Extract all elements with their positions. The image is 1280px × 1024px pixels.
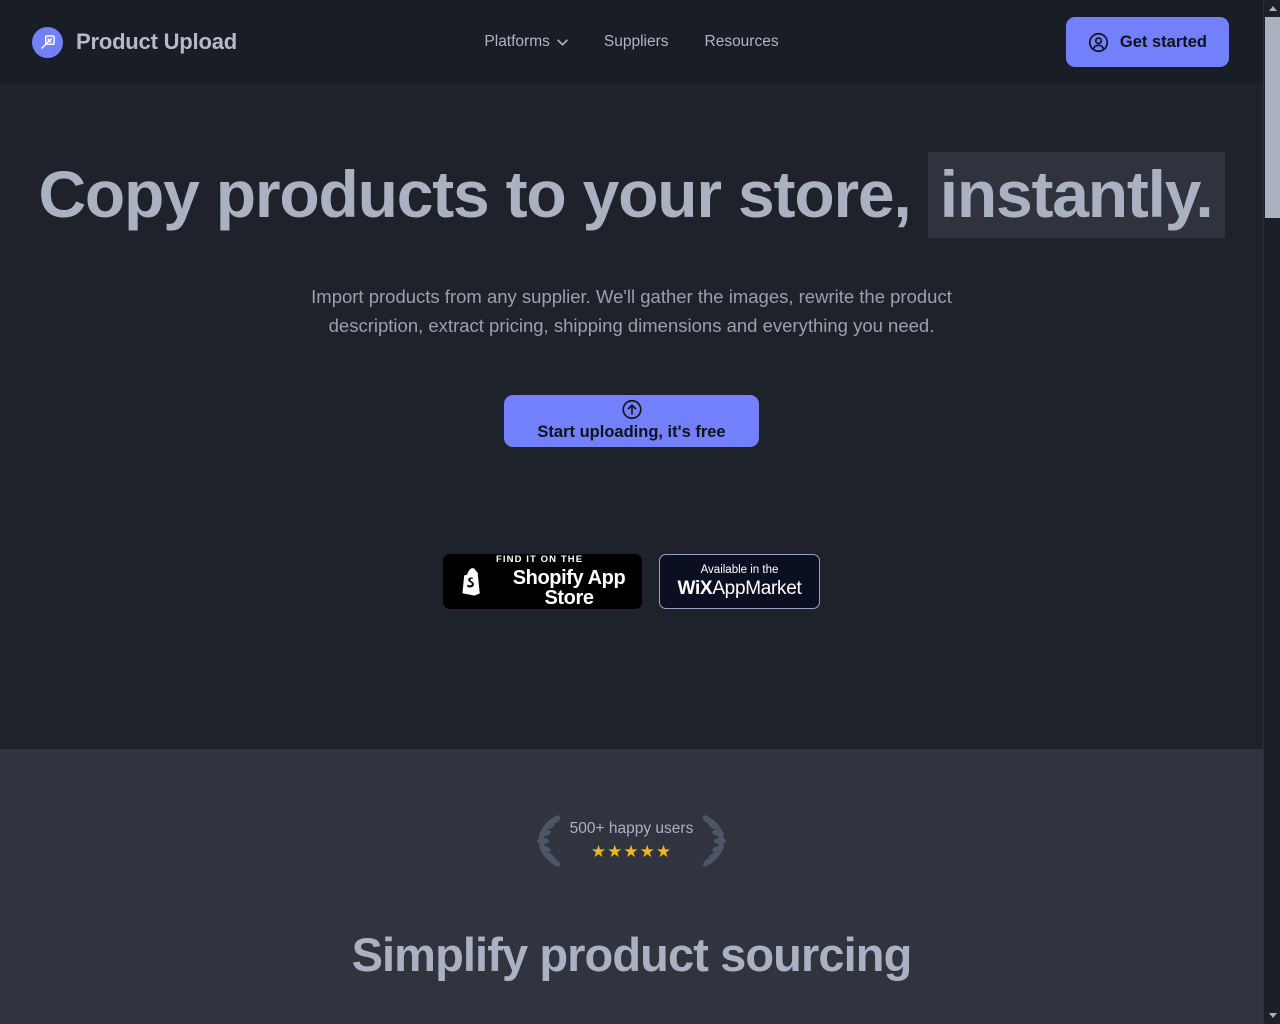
wix-app-market-badge[interactable]: Available in the WiXAppMarket <box>659 554 820 609</box>
wix-badge-market: AppMarket <box>712 577 802 599</box>
hero-section: Copy products to your store, instantly. … <box>0 84 1263 749</box>
nav-item-suppliers-label: Suppliers <box>603 33 669 50</box>
scroll-up-arrow-icon[interactable] <box>1264 0 1280 17</box>
get-started-label: Get started <box>1119 32 1207 51</box>
start-uploading-button[interactable]: Start uploading, it's free <box>504 395 759 447</box>
nav-item-platforms[interactable]: Platforms <box>484 33 568 51</box>
hero-headline-text: Copy products to your store, <box>38 157 911 231</box>
scrollbar-thumb[interactable] <box>1265 17 1280 218</box>
brand-name: Product Upload <box>76 29 237 54</box>
scroll-down-arrow-icon[interactable] <box>1264 1007 1280 1024</box>
hero-subheading: Import products from any supplier. We'll… <box>311 286 952 336</box>
nav-item-resources[interactable]: Resources <box>705 33 779 51</box>
page-scrollbar[interactable] <box>1263 0 1280 1024</box>
laurel-wreath-right-icon <box>703 814 727 867</box>
shopify-badge-line2: Shopify App Store <box>512 566 626 609</box>
arrow-up-circle-icon <box>621 399 642 423</box>
shopify-bag-icon <box>462 567 480 596</box>
nav-item-platforms-label: Platforms <box>484 33 550 50</box>
page-root: Product Upload Platforms Suppliers Resou… <box>0 0 1280 1024</box>
nav-item-resources-label: Resources <box>704 33 779 50</box>
shopify-badge-line1: FIND IT ON THE <box>496 554 584 566</box>
brand-logo[interactable]: Product Upload <box>32 26 237 58</box>
shopify-app-store-badge[interactable]: FIND IT ON THE Shopify App Store <box>443 554 642 609</box>
nav-item-suppliers[interactable]: Suppliers <box>604 33 669 51</box>
wix-badge-brand: WiX <box>677 577 713 599</box>
wix-badge-line2: WiXAppMarket <box>677 578 801 600</box>
start-uploading-label: Start uploading, it's free <box>537 423 726 441</box>
hero-headline-highlight: instantly. <box>927 152 1225 238</box>
laurel-wreath-left-icon <box>536 814 560 867</box>
star-rating: ★★★★★ <box>590 842 673 861</box>
social-proof: 500+ happy users ★★★★★ <box>0 811 1263 869</box>
simplify-body: On average most people spend 30 mins add… <box>282 1019 982 1024</box>
simplify-heading: Simplify product sourcing <box>351 928 913 981</box>
app-store-badges: FIND IT ON THE Shopify App Store Availab… <box>0 554 1263 609</box>
social-proof-text: 500+ happy users <box>569 820 694 837</box>
wix-badge-line1: Available in the <box>700 563 779 576</box>
upload-box-icon <box>32 26 63 58</box>
get-started-button[interactable]: Get started <box>1065 17 1229 67</box>
chevron-down-icon <box>557 38 568 46</box>
hero-headline: Copy products to your store, instantly. <box>0 152 1263 238</box>
site-header: Product Upload Platforms Suppliers Resou… <box>0 0 1263 84</box>
user-circle-icon <box>1088 32 1108 52</box>
simplify-section: 500+ happy users ★★★★★ Simplify product … <box>0 749 1263 1024</box>
